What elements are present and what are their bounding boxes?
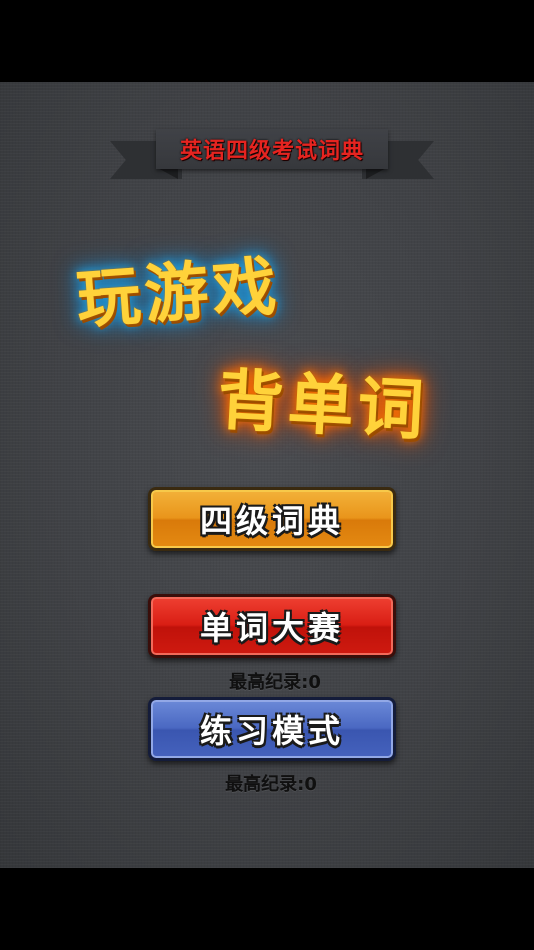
title-ribbon-banner: 英语四级考试词典	[110, 129, 434, 189]
game-screen: 英语四级考试词典 玩游戏 背单词 四级词典 单词大赛 最高纪录:0 练习模式 最…	[0, 0, 534, 950]
banner-text: 英语四级考试词典	[179, 139, 364, 164]
word-contest-button-label: 单词大赛	[199, 609, 344, 647]
contest-high-score: 最高纪录:0	[229, 672, 321, 693]
main-menu: 英语四级考试词典 玩游戏 背单词 四级词典 单词大赛 最高纪录:0 练习模式 最…	[0, 82, 534, 868]
game-title-line2: 背单词	[215, 361, 430, 450]
game-title-line1: 玩游戏	[74, 249, 283, 339]
dictionary-button[interactable]: 四级词典	[148, 487, 396, 551]
word-contest-button[interactable]: 单词大赛	[148, 594, 396, 658]
ribbon-band: 英语四级考试词典	[156, 129, 388, 169]
practice-mode-button[interactable]: 练习模式	[148, 697, 396, 761]
practice-mode-button-label: 练习模式	[199, 712, 344, 750]
dictionary-button-label: 四级词典	[199, 502, 344, 540]
practice-high-score: 最高纪录:0	[225, 774, 317, 795]
